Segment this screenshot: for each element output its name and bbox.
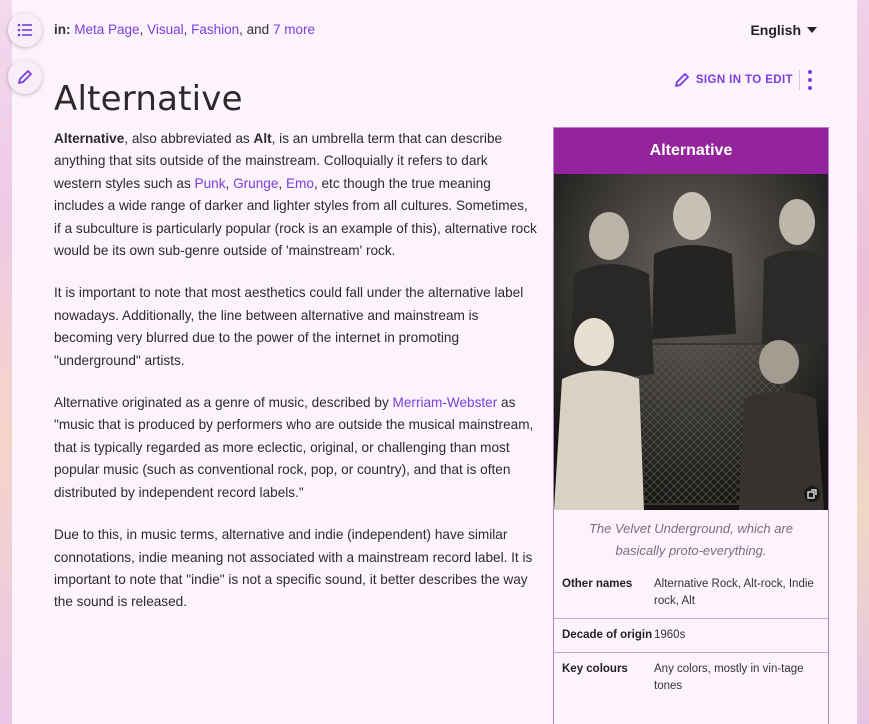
sign-in-to-edit-button[interactable]: SIGN IN TO EDIT bbox=[674, 72, 793, 88]
category-link-meta-page[interactable]: Meta Page bbox=[74, 22, 139, 37]
infobox-image[interactable] bbox=[554, 174, 828, 510]
breadcrumb-prefix: in: bbox=[54, 22, 71, 37]
text: , also abbreviated as bbox=[124, 131, 254, 146]
article-paragraph: Alternative, also abbreviated as Alt, is… bbox=[54, 131, 537, 259]
infobox-value: 1960s bbox=[654, 629, 686, 641]
edit-page-button[interactable] bbox=[8, 60, 42, 94]
breadcrumb-comma: , bbox=[183, 22, 192, 37]
background-strip-right bbox=[857, 0, 869, 724]
merriam-webster-link[interactable]: Merriam-Webster bbox=[393, 395, 498, 410]
infobox-label: Key colours bbox=[562, 663, 628, 675]
bold-term: Alternative bbox=[54, 131, 125, 146]
toolbar-divider bbox=[799, 70, 800, 90]
infobox-row: Key colours Any colors, mostly in vin-ta… bbox=[554, 652, 828, 703]
table-of-contents-button[interactable] bbox=[8, 13, 42, 47]
bold-term: Alt bbox=[253, 131, 272, 146]
infobox-row: Other names Alternative Rock, Alt-rock, … bbox=[554, 568, 828, 618]
list-icon bbox=[17, 23, 32, 37]
band-photo bbox=[554, 174, 828, 510]
punk-link[interactable]: Punk bbox=[195, 176, 226, 191]
article-paragraph: It is important to note that most aesthe… bbox=[54, 285, 524, 368]
article-paragraph: Due to this, in music terms, alternative… bbox=[54, 527, 533, 610]
category-link-fashion[interactable]: Fashion bbox=[191, 22, 239, 37]
infobox-value: Any colors, mostly in vin-tage tones bbox=[654, 663, 804, 692]
text: as "music that is produced by performers… bbox=[54, 395, 534, 500]
pencil-icon bbox=[18, 70, 32, 84]
text: Alternative originated as a genre of mus… bbox=[54, 395, 393, 411]
category-breadcrumb: in: Meta Page, Visual, Fashion, and 7 mo… bbox=[54, 22, 315, 37]
page-title: Alternative bbox=[54, 78, 243, 119]
language-label: English bbox=[750, 22, 801, 38]
infobox-label: Other names bbox=[562, 578, 633, 590]
infobox-caption: The Velvet Underground, which are basica… bbox=[588, 521, 794, 558]
infobox-label: Decade of origin bbox=[562, 629, 653, 641]
article-page: in: Meta Page, Visual, Fashion, and 7 mo… bbox=[12, 0, 857, 724]
infobox-data: Other names Alternative Rock, Alt-rock, … bbox=[554, 568, 828, 703]
sign-in-to-edit-label: SIGN IN TO EDIT bbox=[695, 74, 793, 86]
expand-image-icon[interactable] bbox=[804, 486, 820, 502]
background-strip-left bbox=[0, 0, 12, 724]
article-paragraph: Alternative originated as a genre of mus… bbox=[54, 392, 538, 504]
article-body: Alternative, also abbreviated as Alt, is… bbox=[54, 128, 538, 634]
infobox-title: Alternative bbox=[554, 128, 828, 174]
category-link-visual[interactable]: Visual bbox=[147, 22, 184, 37]
pencil-icon bbox=[674, 73, 689, 87]
infobox-row: Decade of origin 1960s bbox=[554, 618, 828, 652]
more-options-icon[interactable] bbox=[807, 70, 813, 90]
breadcrumb-and: , and bbox=[239, 22, 270, 37]
category-link-more[interactable]: 7 more bbox=[273, 22, 315, 37]
breadcrumb-comma: , bbox=[139, 22, 148, 37]
emo-link[interactable]: Emo bbox=[286, 176, 314, 191]
language-selector[interactable]: English bbox=[750, 22, 817, 38]
grunge-link[interactable]: Grunge bbox=[233, 176, 278, 191]
caret-down-icon bbox=[807, 27, 817, 33]
infobox: Alternative The Velvet Underground, whic… bbox=[553, 127, 829, 724]
infobox-value: Alternative Rock, Alt-rock, Indie rock, … bbox=[654, 578, 814, 607]
